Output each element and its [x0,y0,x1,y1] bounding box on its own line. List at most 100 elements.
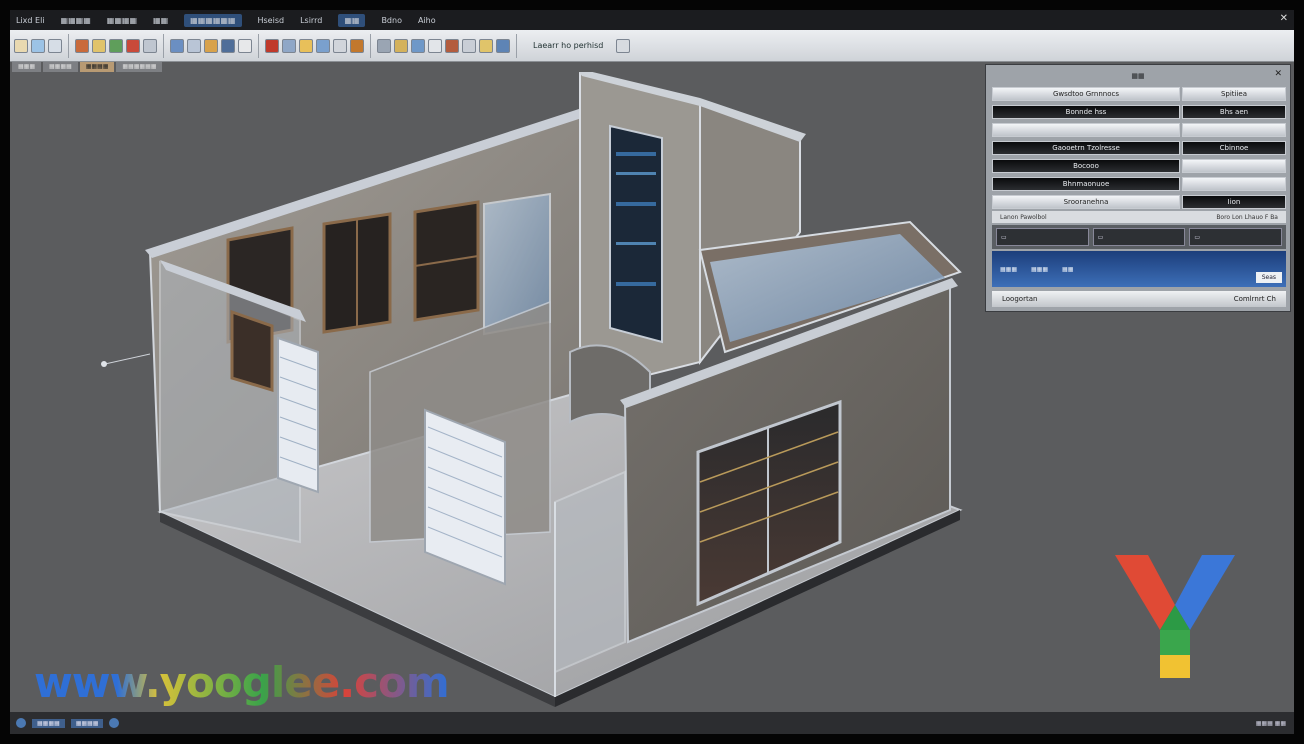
panel-footer: Lanon Pawolbol Boro Lon Lhauo F Ba [992,211,1286,223]
bottom-left-label[interactable]: Loogortan [1002,295,1037,303]
menu-bar: Lixd Eli ▦▦▦▦ ▦▦▦▦ ▦▦ ▦▦▦▦▦▦ Hseisd Lsir… [10,10,1294,30]
camera-icon[interactable] [221,38,235,53]
prop-value[interactable]: Spitiiea [1182,87,1286,101]
ribbon-divider [258,33,259,58]
move-icon[interactable] [316,38,330,53]
status-chip-2[interactable]: ▦▦▦▦ [70,718,104,728]
open-icon[interactable] [31,38,45,53]
door-tool-icon[interactable] [92,38,106,53]
measure-icon[interactable] [238,38,252,53]
annotation-point[interactable] [101,361,107,367]
bottom-right-label[interactable]: Comlrnrt Ch [1234,295,1276,303]
copy-icon[interactable] [282,38,296,53]
material-icon[interactable] [350,38,364,53]
property-grid: Gwsdtoo Grnnnocs Spitiiea Bonnde hss Bhs… [992,87,1286,209]
layer-icon[interactable] [377,38,391,53]
tab-4[interactable]: ▦▦▦▦▦▦ [116,62,163,72]
tab-2[interactable]: ▦▦▦▦ [43,62,78,72]
zoom-icon[interactable] [496,38,510,53]
tab-3[interactable]: ▦▦▦▦ [79,62,115,72]
prop-label[interactable] [992,123,1180,137]
menu-item-modify[interactable]: Hseisd [258,16,285,25]
menu-item-insert[interactable]: ▦▦ [153,16,168,25]
prop-label[interactable]: Bocooo [992,159,1180,173]
prop-value[interactable] [1182,177,1286,191]
menu-item-tools[interactable]: ▦▦ [338,13,366,27]
equipment-panel[interactable] [609,124,663,344]
new-icon[interactable] [14,38,28,53]
ribbon-divider [68,33,69,58]
section-icon[interactable] [187,38,201,53]
ribbon-divider [370,33,371,58]
status-right: ▦▦▦ ▦▦ [1255,719,1286,727]
swatch-1[interactable]: ▦▦▦ [996,255,1021,283]
status-chip-1[interactable]: ▦▦▦▦ [32,718,65,728]
prop-label[interactable]: Gwsdtoo Grnnnocs [992,87,1180,101]
close-icon[interactable]: ✕ [1280,13,1288,24]
menu-item-view[interactable]: ▦▦▦▦ [107,16,137,25]
prop-label[interactable]: Gaooetrn Tzolresse [992,141,1180,155]
menu-item-window[interactable]: Bdno [381,16,402,25]
watermark-url: www.yooglee.com [34,658,450,707]
ribbon-divider [516,33,517,58]
save-icon[interactable] [48,38,62,53]
render-icon[interactable] [204,38,218,53]
plan-icon[interactable] [411,38,425,53]
delete-icon[interactable] [265,38,279,53]
window-side[interactable] [230,309,274,393]
panel-title: ▦▦ [1131,72,1145,80]
prop-value[interactable]: Cbinnoe [1182,141,1286,155]
close-icon[interactable]: ✕ [1274,69,1282,79]
status-icon[interactable] [109,718,120,728]
3d-viewport[interactable] [10,68,985,712]
prop-label[interactable]: Bonnde hss [992,105,1180,119]
footer-right-label: Boro Lon Lhauo F Ba [1216,213,1278,221]
input-field-1[interactable]: ▭ [996,228,1089,246]
footer-left-label: Lanon Pawolbol [1000,213,1047,221]
stair-icon[interactable] [445,38,459,53]
input-field-3[interactable]: ▭ [1189,228,1283,246]
corner-glass[interactable] [554,470,626,674]
dimension-icon[interactable] [479,38,493,53]
ribbon-search-label[interactable]: Laearr ho perhisd [533,41,603,50]
y-logo-icon [1115,555,1235,678]
window-tool-icon[interactable] [109,38,123,53]
view-3d-icon[interactable] [170,38,184,53]
prop-value[interactable]: Bhs aen [1182,105,1286,119]
swatch-2[interactable]: ▦▦▦ [1027,255,1052,283]
tool-tabs: ▦▦▦ ▦▦▦▦ ▦▦▦▦ ▦▦▦▦▦▦ [10,62,370,72]
grid-icon[interactable] [428,38,442,53]
properties-panel: ▦▦ ✕ Gwsdtoo Grnnnocs Spitiiea Bonnde hs… [985,64,1291,312]
menu-item-help[interactable]: Aiho [418,16,436,25]
panel-bottom-bar: Loogortan Comlrnrt Ch [992,291,1286,307]
menu-item-draw[interactable]: Lsirrd [300,16,322,25]
menu-item-design[interactable]: ▦▦▦▦▦▦ [184,13,242,27]
prop-label[interactable]: Bhnmaonuoe [992,177,1180,191]
material-swatch-row: ▦▦▦ ▦▦▦ ▦▦ Seas [992,251,1286,287]
status-icon[interactable] [16,718,26,728]
prop-value[interactable]: Iion [1182,195,1286,209]
panel-inputs: ▭ ▭ ▭ [992,225,1286,249]
menu-item-file[interactable]: Lixd Eli [16,16,45,25]
paste-icon[interactable] [299,38,313,53]
light-icon[interactable] [394,38,408,53]
menu-item-edit[interactable]: ▦▦▦▦ [61,16,91,25]
swatch-value[interactable]: Seas [1255,272,1282,283]
tab-1[interactable]: ▦▦▦ [12,62,42,72]
ribbon-toolbar: Laearr ho perhisd [10,30,1294,62]
rotate-icon[interactable] [333,38,347,53]
text-icon[interactable] [462,38,476,53]
watermark-text: www.yooglee.com [34,658,450,707]
app-window: Lixd Eli ▦▦▦▦ ▦▦▦▦ ▦▦ ▦▦▦▦▦▦ Hseisd Lsir… [10,10,1294,734]
prop-value[interactable] [1182,159,1286,173]
input-field-2[interactable]: ▭ [1092,228,1186,246]
swatch-3[interactable]: ▦▦ [1058,255,1077,283]
options-icon[interactable] [616,38,631,53]
prop-label[interactable]: Srooranehna [992,195,1180,209]
roof-tool-icon[interactable] [126,38,140,53]
prop-value[interactable] [1182,123,1286,137]
ribbon-divider [163,33,164,58]
floor-tool-icon[interactable] [143,38,157,53]
wall-tool-icon[interactable] [75,38,89,53]
building-model [101,68,963,707]
